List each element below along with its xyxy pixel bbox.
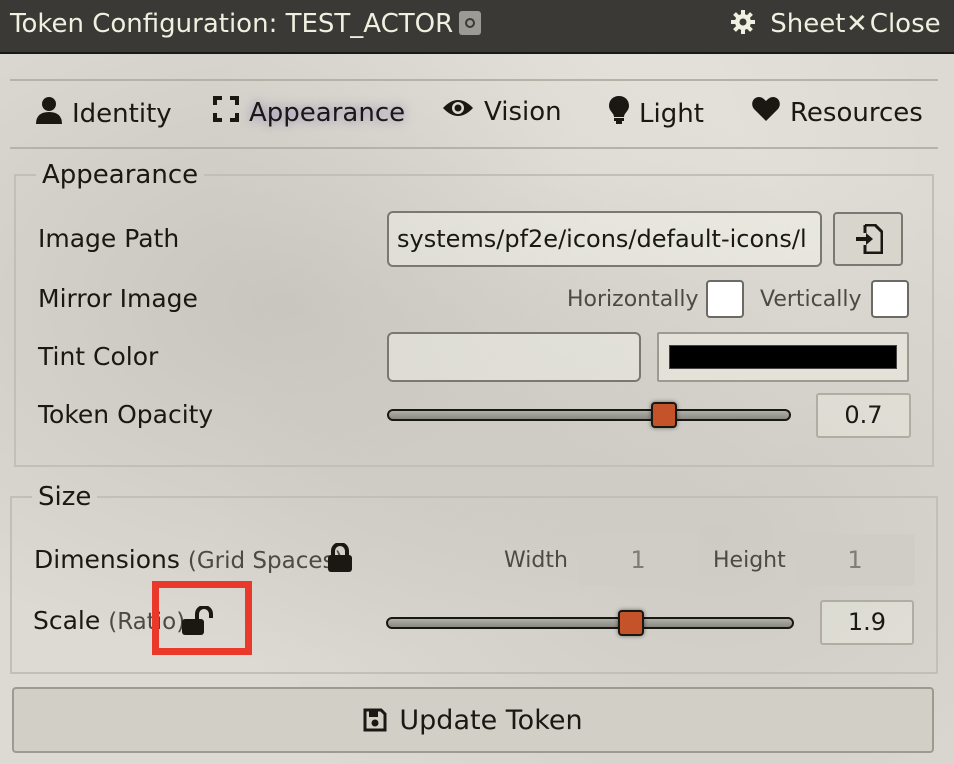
tab-vision-label: Vision xyxy=(484,96,562,127)
tint-color-swatch xyxy=(669,345,897,369)
tab-light-label: Light xyxy=(639,98,704,129)
tab-appearance[interactable]: Appearance xyxy=(213,96,405,129)
tint-color-input[interactable] xyxy=(387,332,641,382)
gear-icon xyxy=(730,9,764,39)
token-badge-icon[interactable] xyxy=(459,11,482,35)
file-picker-button[interactable] xyxy=(833,212,903,266)
tab-resources[interactable]: Resources xyxy=(752,96,923,129)
tab-bar: Identity Appearance Vision Light Resourc… xyxy=(0,90,954,140)
lightbulb-icon xyxy=(609,96,629,131)
mirror-vertically-checkbox[interactable] xyxy=(871,280,909,318)
horizontally-label: Horizontally xyxy=(567,287,699,312)
update-token-button[interactable]: Update Token xyxy=(12,687,934,753)
sheet-button[interactable]: Sheet xyxy=(730,9,845,39)
size-legend: Size xyxy=(38,482,92,512)
image-path-input[interactable] xyxy=(387,211,822,267)
lock-icon[interactable] xyxy=(327,542,353,577)
scale-slider-thumb[interactable] xyxy=(617,610,644,636)
height-label: Height xyxy=(713,548,786,573)
sheet-label: Sheet xyxy=(770,9,846,39)
divider xyxy=(10,147,938,149)
close-button[interactable]: ✕Close xyxy=(846,9,941,39)
file-import-icon xyxy=(855,223,884,258)
dimensions-label-text: Dimensions xyxy=(34,545,180,574)
height-input[interactable]: 1 xyxy=(795,534,915,586)
tab-identity-label: Identity xyxy=(72,98,172,129)
scale-slider[interactable] xyxy=(386,617,794,629)
appearance-legend: Appearance xyxy=(42,160,199,190)
window-title-text: Token Configuration: TEST_ACTOR xyxy=(10,9,454,39)
opacity-slider-thumb[interactable] xyxy=(650,402,677,428)
divider xyxy=(10,79,938,81)
vertically-label: Vertically xyxy=(760,287,862,312)
tab-appearance-label: Appearance xyxy=(249,97,406,128)
tint-color-picker[interactable] xyxy=(657,332,909,382)
tab-light[interactable]: Light xyxy=(609,96,704,131)
tab-resources-label: Resources xyxy=(790,97,923,128)
tab-identity[interactable]: Identity xyxy=(36,96,172,131)
width-input[interactable]: 1 xyxy=(578,534,698,586)
save-icon xyxy=(363,708,387,732)
image-path-label: Image Path xyxy=(38,224,180,253)
mirror-horizontally-checkbox[interactable] xyxy=(706,280,744,318)
opacity-slider[interactable] xyxy=(387,409,791,421)
window-title: Token Configuration: TEST_ACTOR xyxy=(10,9,482,39)
scale-value: 1.9 xyxy=(820,600,914,645)
dimensions-label: Dimensions (Grid Spaces) xyxy=(34,545,343,574)
mirror-image-label: Mirror Image xyxy=(38,284,198,313)
close-label: Close xyxy=(869,9,941,39)
window-header: Token Configuration: TEST_ACTOR Sheet ✕C… xyxy=(0,0,954,54)
highlight-box xyxy=(152,581,252,655)
heart-icon xyxy=(752,96,780,129)
width-label: Width xyxy=(504,548,568,573)
token-opacity-label: Token Opacity xyxy=(38,400,214,429)
user-icon xyxy=(36,96,62,131)
tab-vision[interactable]: Vision xyxy=(442,96,562,127)
opacity-value: 0.7 xyxy=(816,393,911,438)
expand-icon xyxy=(213,96,239,129)
update-token-label: Update Token xyxy=(399,704,583,736)
dimensions-hint: (Grid Spaces) xyxy=(187,548,344,574)
tint-color-label: Tint Color xyxy=(38,342,159,371)
eye-icon xyxy=(442,96,474,127)
close-icon: ✕ xyxy=(846,9,868,39)
scale-label-text: Scale xyxy=(33,606,101,635)
